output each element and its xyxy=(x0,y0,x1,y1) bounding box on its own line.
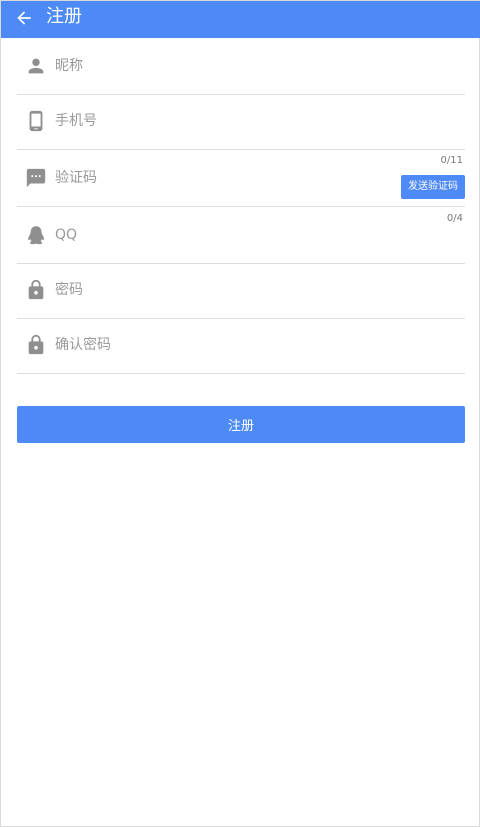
confirm-password-input[interactable] xyxy=(55,331,385,359)
qq-input[interactable] xyxy=(55,221,385,249)
app-screen: 注册 0/11 发送验证码 0/4 xyxy=(0,0,480,827)
page-title: 注册 xyxy=(46,6,82,27)
verification-code-input[interactable] xyxy=(55,164,385,192)
nickname-field xyxy=(17,39,465,95)
message-icon xyxy=(25,167,47,189)
phone-icon xyxy=(25,110,47,132)
qq-field xyxy=(17,208,465,264)
password-field xyxy=(17,263,465,319)
back-arrow-icon[interactable] xyxy=(14,8,34,28)
phone-field xyxy=(17,94,465,150)
lock-icon xyxy=(25,334,47,356)
nickname-input[interactable] xyxy=(55,52,385,80)
top-app-bar: 注册 xyxy=(1,1,480,38)
password-input[interactable] xyxy=(55,276,385,304)
lock-icon xyxy=(25,279,47,301)
qq-penguin-icon xyxy=(25,224,47,246)
confirm-password-field xyxy=(17,318,465,374)
phone-input[interactable] xyxy=(55,107,385,135)
send-code-button[interactable]: 发送验证码 xyxy=(401,175,465,199)
person-icon xyxy=(25,55,47,77)
verification-code-field xyxy=(17,151,465,207)
register-button[interactable]: 注册 xyxy=(17,406,465,443)
